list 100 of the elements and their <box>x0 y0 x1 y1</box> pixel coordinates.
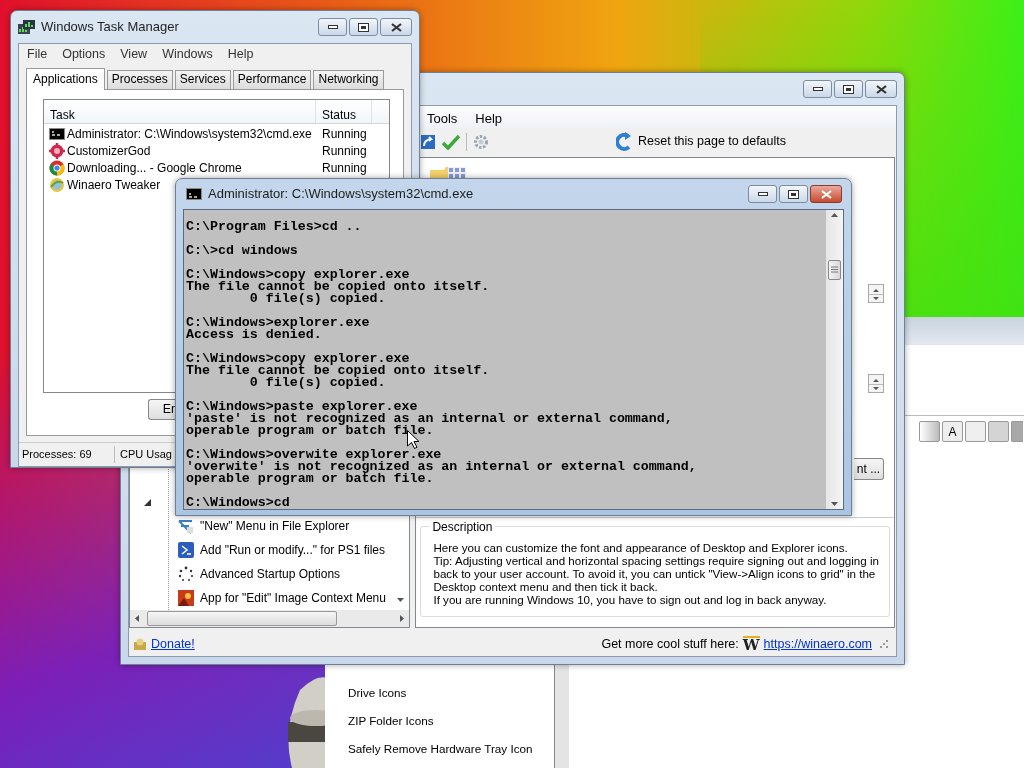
description-text: Here you can customize the font and appearance of Desktop and Explorer icons. Tip: Adjusting vertical and horizontal spacing settings require signing out and logging in back to your user account. To avoid it, you can untick "View->Align icons to grid" in the Desktop context menu and then tick it back. If you are running Windows 10, you have to sign out and log in back anyway. <box>433 541 879 606</box>
scroll-thumb[interactable] <box>147 611 337 626</box>
console-line: C:\Windows>copy explorer.exe <box>186 269 410 281</box>
task-name[interactable]: Downloading... - Google Chrome <box>67 161 242 174</box>
maximize-button[interactable] <box>779 185 808 203</box>
menu-item[interactable]: File <box>27 45 48 66</box>
console-line: 'paste' is not recognized as an internal or external command, <box>186 413 674 425</box>
minimize-icon <box>327 25 338 29</box>
list-item[interactable]: Drive Icons <box>348 684 407 702</box>
tree-item[interactable]: App for "Edit" Image Context Menu <box>200 589 386 607</box>
image-icon <box>178 590 194 606</box>
console-line: C:\Windows>explorer.exe <box>186 317 371 329</box>
shortcut-icon[interactable] <box>420 133 436 150</box>
task-status: Running <box>321 144 367 157</box>
app-icon <box>18 20 35 36</box>
console-line: C:\>cd windows <box>186 245 299 257</box>
window-title: Windows Task Manager <box>41 18 179 37</box>
tab[interactable]: Performance <box>232 70 312 89</box>
menu-item[interactable]: Windows <box>162 45 213 66</box>
scroll-right-icon[interactable] <box>400 615 405 622</box>
spinner-icon <box>178 566 194 582</box>
console-line: The file cannot be copied onto itself. <box>186 281 491 293</box>
tree-item[interactable]: "New" Menu in File Explorer <box>200 517 350 535</box>
maximize-icon <box>358 22 369 32</box>
console-line: 0 file(s) copied. <box>248 377 387 389</box>
terminal-icon <box>178 542 194 558</box>
check-icon[interactable] <box>442 133 460 150</box>
menu-item[interactable]: Tools <box>427 109 458 128</box>
close-icon <box>820 189 832 199</box>
minimize-button[interactable] <box>803 80 832 98</box>
minimize-button[interactable] <box>318 18 347 36</box>
status-text: CPU Usag <box>119 447 172 463</box>
spin-buttons[interactable] <box>868 284 884 303</box>
menu-item[interactable]: Options <box>62 45 106 66</box>
task-name[interactable]: Administrator: C:\Windows\system32\cmd.exe <box>67 127 312 140</box>
tree-item[interactable]: Add "Run or modify..." for PS1 files <box>200 541 386 559</box>
color-swatch[interactable] <box>919 421 940 442</box>
color-swatch[interactable] <box>1011 421 1023 442</box>
scroll-down-icon[interactable] <box>397 598 405 602</box>
close-button[interactable] <box>865 80 897 98</box>
task-name[interactable]: CustomizerGod <box>67 144 151 157</box>
task-status: Running <box>321 161 367 174</box>
tab[interactable]: Services <box>174 70 231 89</box>
minimize-button[interactable] <box>748 185 777 203</box>
globe-icon <box>49 176 65 193</box>
tab[interactable]: Applications <box>26 68 105 90</box>
maximize-button[interactable] <box>349 18 378 36</box>
console-line: 0 file(s) copied. <box>248 293 387 305</box>
reset-icon[interactable] <box>616 131 632 152</box>
promo-text: Get more cool stuff here: <box>601 635 739 653</box>
column-header[interactable]: Task <box>44 100 316 123</box>
list-item[interactable]: Safely Remove Hardware Tray Icon <box>348 740 533 758</box>
close-button[interactable] <box>810 185 842 203</box>
donate-link[interactable]: Donate! <box>151 634 195 654</box>
console-line: 'overwite' is not recognized as an internal or external command, <box>186 461 698 473</box>
logo: W <box>742 636 760 652</box>
task-name[interactable]: Winaero Tweaker <box>67 178 161 191</box>
expander-icon[interactable] <box>144 498 151 506</box>
console-line: C:\Windows>cd <box>186 497 291 509</box>
close-icon <box>390 22 402 32</box>
minimize-icon <box>812 87 823 91</box>
spin-buttons[interactable] <box>868 374 884 393</box>
menu-item[interactable]: Help <box>227 45 254 66</box>
scroll-up-icon[interactable] <box>831 213 838 217</box>
task-status: Running <box>321 127 367 140</box>
status-text: Processes: 69 <box>19 446 115 463</box>
console-line: C:\Windows>overwite explorer.exe <box>186 449 443 461</box>
close-icon <box>875 84 887 94</box>
menu-item[interactable]: View <box>120 45 148 66</box>
resize-grip-icon[interactable] <box>880 640 888 648</box>
console-line: operable program or batch file. <box>186 473 435 485</box>
color-swatch[interactable] <box>988 421 1009 442</box>
console-icon <box>186 188 202 200</box>
font-color-button[interactable]: A <box>942 421 963 442</box>
scroll-thumb[interactable] <box>828 259 841 280</box>
website-link[interactable]: https://winaero.com <box>763 634 872 654</box>
console-line: The file cannot be copied onto itself. <box>186 365 491 377</box>
console-line: C:\Program Files>cd .. <box>186 221 363 233</box>
tab[interactable]: Processes <box>106 70 173 89</box>
scroll-left-icon[interactable] <box>135 615 139 622</box>
console-line: C:\Windows>paste explorer.exe <box>186 401 419 413</box>
reset-link[interactable]: Reset this page to defaults <box>638 132 786 151</box>
maximize-button[interactable] <box>834 80 863 98</box>
tab[interactable]: Networking <box>313 70 384 89</box>
color-swatch[interactable] <box>965 421 986 442</box>
console-line: operable program or batch file. <box>186 425 435 437</box>
list-item[interactable]: ZIP Folder Icons <box>348 712 434 730</box>
scroll-down-icon[interactable] <box>831 502 838 506</box>
donate-icon <box>133 637 147 651</box>
column-header[interactable]: Status <box>316 100 372 123</box>
tree-item[interactable]: Advanced Startup Options <box>200 565 341 583</box>
close-button[interactable] <box>380 18 412 36</box>
console-line: C:\Windows>copy explorer.exe <box>186 353 410 365</box>
console-icon <box>49 125 65 142</box>
maximize-icon <box>843 84 854 94</box>
menu-item[interactable]: Help <box>475 109 503 128</box>
minimize-icon <box>757 192 768 196</box>
font-button[interactable]: nt ... <box>854 458 884 480</box>
maximize-icon <box>788 189 799 199</box>
window-title: Administrator: C:\Windows\system32\cmd.exe <box>208 185 474 204</box>
